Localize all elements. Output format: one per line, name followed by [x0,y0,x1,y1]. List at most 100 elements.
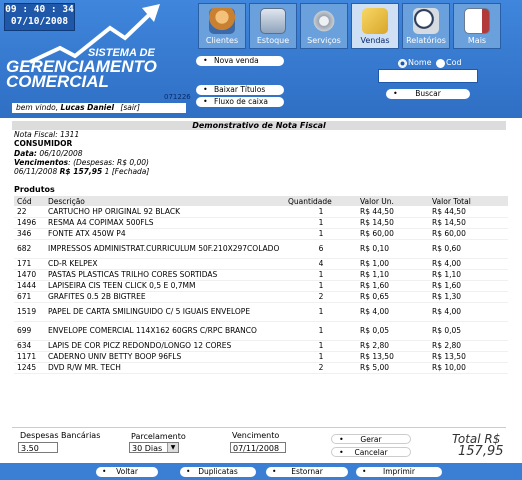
toolbar-mais-button[interactable]: Mais [453,3,501,49]
cell-quantidade: 6 [285,239,357,259]
cell-codigo: 171 [14,258,45,270]
estornar-button[interactable]: Estornar [266,467,348,477]
cell-quantidade: 1 [285,351,357,363]
cell-quantidade: 1 [285,228,357,240]
table-row: 171 CD-R KELPEX 4 R$ 1,00 R$ 4,00 [14,258,508,270]
baixar-titulos-button[interactable]: Baixar Títulos [196,85,284,95]
radio-cod[interactable] [436,59,445,68]
cancelar-button[interactable]: Cancelar [331,447,411,458]
cell-codigo: 1171 [14,351,45,363]
cell-valor-total: R$ 1,30 [429,291,508,303]
magnifier-icon [413,8,439,34]
cell-valor-un: R$ 0,65 [357,291,429,303]
bottom-toolbar [0,463,522,480]
duplicatas-button[interactable]: Duplicatas [180,467,256,477]
cell-valor-total: R$ 4,00 [429,258,508,270]
cell-valor-un: R$ 60,00 [357,228,429,240]
toolbar-relatorios-button[interactable]: Relatórios [402,3,450,49]
table-row: 1470 PASTAS PLASTICAS TRILHO CORES SORTID… [14,269,508,281]
toolbar-label: Vendas [360,36,390,45]
parcelamento-value: 30 Dias [132,444,163,453]
toolbar-clientes-button[interactable]: Clientes [198,3,246,49]
table-row: 346 FONTE ATX 450W P4 1 R$ 60,00 R$ 60,00 [14,228,508,240]
welcome-bar: bem vindo, Lucas Daniel [sair] [12,103,186,113]
vencimento-label: Vencimento [232,431,280,440]
table-header-row: Cód Descrição Quantidade Valor Un. Valor… [14,196,508,207]
despesas-label: Despesas Bancárias [20,431,101,440]
col-valor-total: Valor Total [429,196,508,207]
user-name: Lucas Daniel [60,103,115,112]
cell-valor-total: R$ 44,50 [429,206,508,218]
cell-descricao: PAPEL DE CARTA SMILINGUIDO C/ 5 IGUAIS E… [45,302,285,322]
fluxo-caixa-button[interactable]: Fluxo de caixa [196,97,284,107]
cell-valor-total: R$ 10,00 [429,362,508,374]
cell-descricao: CARTUCHO HP ORIGINAL 92 BLACK [45,206,285,218]
cell-valor-un: R$ 1,00 [357,258,429,270]
toolbar-vendas-button[interactable]: Vendas [351,3,399,49]
cell-codigo: 699 [14,321,45,341]
cell-valor-un: R$ 1,60 [357,280,429,292]
imprimir-button[interactable]: Imprimir [356,467,442,477]
cell-valor-total: R$ 0,05 [429,321,508,341]
toolbar-estoque-button[interactable]: Estoque [249,3,297,49]
nota-cliente: CONSUMIDOR [14,139,73,148]
nota-venc-status: 1 [Fechada] [104,167,150,176]
cell-codigo: 1444 [14,280,45,292]
cell-valor-total: R$ 13,50 [429,351,508,363]
cell-valor-un: R$ 0,05 [357,321,429,341]
voltar-button[interactable]: Voltar [96,467,158,477]
cell-quantidade: 1 [285,302,357,322]
cell-descricao: DVD R/W MR. TECH [45,362,285,374]
toolbar-servicos-button[interactable]: Serviços [300,3,348,49]
cell-quantidade: 4 [285,258,357,270]
cell-valor-un: R$ 44,50 [357,206,429,218]
cell-valor-un: R$ 14,50 [357,217,429,229]
cell-quantidade: 1 [285,206,357,218]
cell-valor-total: R$ 2,80 [429,340,508,352]
cell-descricao: IMPRESSOS ADMINISTRAT.CURRICULUM 50F.210… [45,239,285,259]
cell-valor-total: R$ 1,60 [429,280,508,292]
cell-descricao: GRAFITES 0.5 2B BIGTREE [45,291,285,303]
parcelamento-label: Parcelamento [131,432,186,441]
cell-quantidade: 1 [285,321,357,341]
cell-descricao: FONTE ATX 450W P4 [45,228,285,240]
buscar-button[interactable]: Buscar [386,89,470,99]
search-input[interactable] [378,69,478,83]
cell-valor-un: R$ 1,10 [357,269,429,281]
cell-codigo: 1519 [14,302,45,322]
nota-venc-detail: 06/11/2008 R$ 157,95 1 [Fechada] [14,167,150,177]
cell-codigo: 634 [14,340,45,352]
col-valor-un: Valor Un. [357,196,429,207]
users-icon [209,8,235,34]
cell-quantidade: 1 [285,280,357,292]
cell-descricao: LAPISEIRA CIS TEEN CLICK 0,5 E 0,7MM [45,280,285,292]
logout-link[interactable]: [sair] [120,103,140,112]
cell-valor-total: R$ 4,00 [429,302,508,322]
table-row: 1245 DVD R/W MR. TECH 2 R$ 5,00 R$ 10,00 [14,362,508,374]
despesas-input[interactable]: 3.50 [18,442,58,453]
cell-codigo: 671 [14,291,45,303]
gerar-button[interactable]: Gerar [331,434,411,445]
cell-quantidade: 1 [285,340,357,352]
cell-valor-un: R$ 13,50 [357,351,429,363]
cell-descricao: CADERNO UNIV BETTY BOOP 96FLS [45,351,285,363]
table-row: 671 GRAFITES 0.5 2B BIGTREE 2 R$ 0,65 R$ 1,3… [14,291,508,303]
cell-valor-un: R$ 0,10 [357,239,429,259]
gears-icon [311,8,337,34]
chevron-down-icon[interactable]: ▼ [167,443,178,452]
cell-codigo: 682 [14,239,45,259]
nota-venc-label: Vencimentos [14,158,69,167]
parcelamento-select[interactable]: 30 Dias ▼ [129,442,179,453]
vencimento-input[interactable]: 07/11/2008 [230,442,286,453]
produtos-table: Cód Descrição Quantidade Valor Un. Valor… [14,196,508,374]
radio-cod-label: Cod [446,58,462,67]
nova-venda-button[interactable]: Nova venda [196,56,284,66]
cell-valor-total: R$ 14,50 [429,217,508,229]
produtos-title: Produtos [14,185,55,194]
cell-valor-total: R$ 60,00 [429,228,508,240]
cell-quantidade: 1 [285,269,357,281]
cell-codigo: 1496 [14,217,45,229]
nota-venc-desp: : (Despesas: R$ 0,00) [68,158,149,167]
radio-nome[interactable] [398,59,407,68]
cell-valor-un: R$ 5,00 [357,362,429,374]
